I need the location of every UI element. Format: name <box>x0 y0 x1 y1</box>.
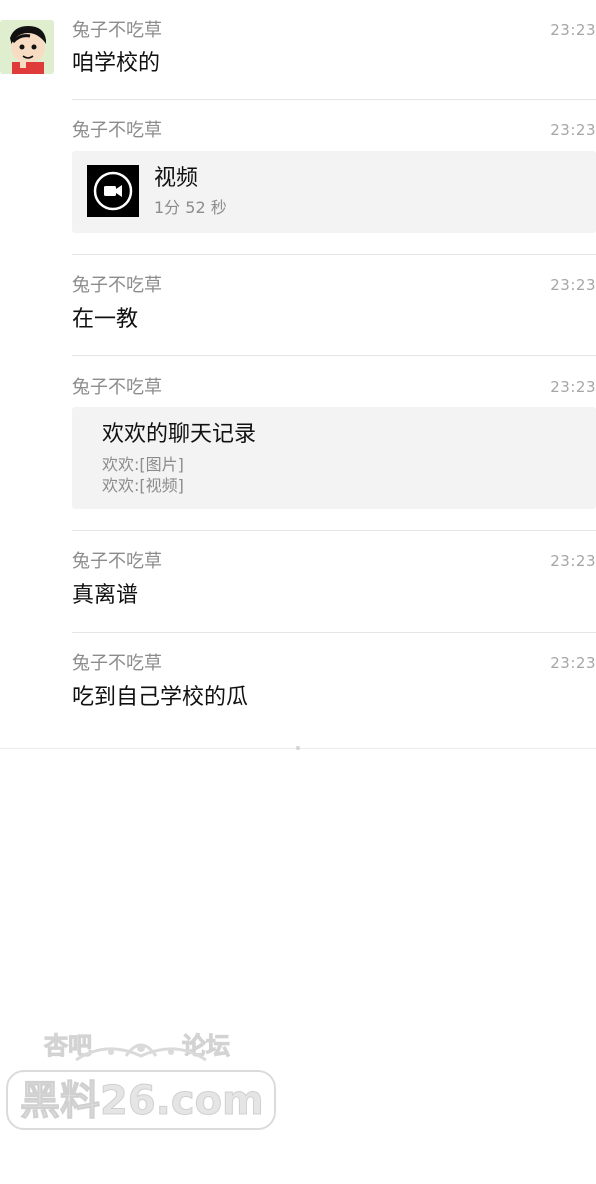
watermark-main-text: 黑料26.com <box>20 1078 265 1125</box>
message-divider <box>72 254 596 255</box>
sender-name: 兔子不吃草 <box>72 653 162 674</box>
chat-record-line: 欢欢:[视频] <box>102 476 184 495</box>
message-divider <box>72 530 596 531</box>
chat-message[interactable]: 兔子不吃草 23:23 咱学校的 <box>72 20 596 100</box>
message-text: 真离谱 <box>72 583 139 608</box>
chat-message: 兔子不吃草 23:23 视频 1分 52 秒 <box>72 120 596 235</box>
watermark-frame: 黑料26.com <box>6 1070 276 1130</box>
message-time: 23:23 <box>550 21 596 39</box>
video-message-card[interactable]: 视频 1分 52 秒 <box>72 151 596 233</box>
chat-message[interactable]: 兔子不吃草 23:23 在一教 <box>72 275 596 355</box>
message-divider <box>72 355 596 356</box>
chat-record-line: 欢欢:[图片] <box>102 455 184 474</box>
sender-avatar[interactable] <box>0 20 54 74</box>
sender-name: 兔子不吃草 <box>72 275 162 296</box>
video-title: 视频 <box>154 166 199 191</box>
chat-message[interactable]: 兔子不吃草 23:23 真离谱 <box>72 551 596 631</box>
message-time: 23:23 <box>550 121 596 139</box>
message-text: 在一教 <box>72 307 139 332</box>
watermark: 杏吧 论坛 黑料26.com <box>6 1026 278 1134</box>
message-text: 吃到自己学校的瓜 <box>72 685 249 710</box>
sender-name: 兔子不吃草 <box>72 20 162 41</box>
video-thumbnail <box>87 165 139 217</box>
sender-name: 兔子不吃草 <box>72 377 162 398</box>
message-time: 23:23 <box>550 552 596 570</box>
sender-name: 兔子不吃草 <box>72 120 162 141</box>
message-time: 23:23 <box>550 276 596 294</box>
sender-name: 兔子不吃草 <box>72 551 162 572</box>
chat-record-card[interactable]: 欢欢的聊天记录 欢欢:[图片] 欢欢:[视频] <box>72 407 596 509</box>
message-time: 23:23 <box>550 378 596 396</box>
message-divider <box>72 99 596 100</box>
video-duration: 1分 52 秒 <box>154 198 227 217</box>
chat-record-title: 欢欢的聊天记录 <box>102 422 257 447</box>
video-camera-icon <box>87 165 139 217</box>
watermark-ornament-icon <box>75 1043 207 1062</box>
chat-message: 兔子不吃草 23:23 欢欢的聊天记录 欢欢:[图片] 欢欢:[视频] <box>72 377 596 512</box>
message-divider <box>72 632 596 633</box>
end-of-history-dot <box>296 746 300 750</box>
message-time: 23:23 <box>550 654 596 672</box>
cartoon-boy-avatar-icon <box>0 20 54 74</box>
message-text: 咱学校的 <box>72 51 161 76</box>
chat-message[interactable]: 兔子不吃草 23:23 吃到自己学校的瓜 <box>72 653 596 733</box>
